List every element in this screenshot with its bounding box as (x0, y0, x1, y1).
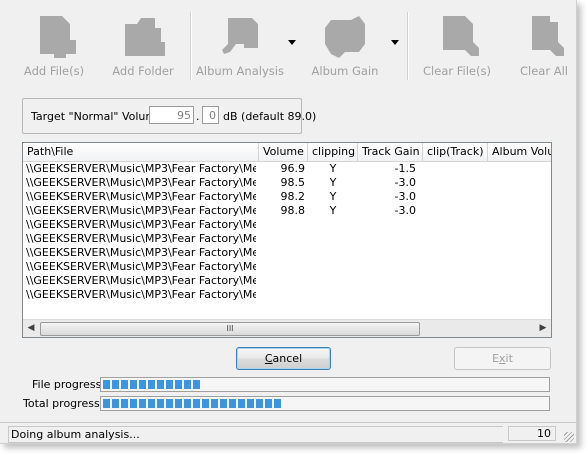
cell-clipping: Y (329, 176, 337, 189)
file-progress-label: File progress (32, 378, 102, 391)
target-volume-unit-text: dB (default 89.0) (223, 110, 317, 123)
list-row[interactable]: \\GEEKSERVER\Music\MP3\Fear Factory\Mec.… (23, 204, 551, 218)
album-analysis-label: Album Analysis (196, 64, 284, 78)
cell-path: \\GEEKSERVER\Music\MP3\Fear Factory\Mec.… (26, 176, 256, 189)
album-analysis-icon (222, 18, 258, 54)
list-row[interactable]: \\GEEKSERVER\Music\MP3\Fear Factory\Mec.… (23, 162, 551, 176)
list-row[interactable]: \\GEEKSERVER\Music\MP3\Fear Factory\Mec.… (23, 190, 551, 204)
target-volume-group: Target "Normal" Volume: 95 . 0 dB (defau… (22, 98, 316, 134)
exit-button[interactable]: Exit (454, 347, 551, 370)
clear-file-icon (443, 16, 479, 56)
add-file-icon (40, 16, 76, 58)
cell-track-gain: -3.0 (394, 190, 416, 203)
column-header-clip-track[interactable]: clip(Track) (423, 143, 488, 161)
add-files-button[interactable]: Add File(s) (14, 12, 94, 82)
cell-path: \\GEEKSERVER\Music\MP3\Fear Factory\Mec.… (26, 232, 256, 245)
target-volume-integer-input[interactable]: 95 (149, 106, 194, 124)
cell-path: \\GEEKSERVER\Music\MP3\Fear Factory\Mec.… (26, 246, 256, 259)
clear-files-label: Clear File(s) (423, 64, 491, 78)
list-row[interactable]: \\GEEKSERVER\Music\MP3\Fear Factory\Mec.… (23, 176, 551, 190)
column-header-album-volume[interactable]: Album Volu (488, 143, 551, 161)
cell-volume: 98.5 (280, 176, 306, 189)
target-volume-decimal-point: . (196, 110, 200, 123)
cell-path: \\GEEKSERVER\Music\MP3\Fear Factory\Mec.… (26, 204, 256, 217)
clear-all-label: Clear All (520, 64, 568, 78)
list-row[interactable]: \\GEEKSERVER\Music\MP3\Fear Factory\Mec.… (23, 274, 551, 288)
column-header-clipping[interactable]: clipping (308, 143, 358, 161)
column-header-volume[interactable]: Volume (259, 143, 308, 161)
list-row[interactable]: \\GEEKSERVER\Music\MP3\Fear Factory\Mec.… (23, 288, 551, 302)
album-analysis-button[interactable]: Album Analysis (196, 12, 284, 82)
album-analysis-dropdown-arrow[interactable] (288, 40, 296, 45)
clear-all-button[interactable]: Clear All (512, 12, 576, 82)
add-files-label: Add File(s) (23, 64, 85, 78)
album-gain-label: Album Gain (311, 64, 379, 78)
cell-clipping: Y (329, 162, 337, 175)
target-volume-label: Target "Normal" Volume: (31, 110, 167, 123)
clear-all-icon (532, 16, 564, 56)
list-row[interactable]: \\GEEKSERVER\Music\MP3\Fear Factory\Mec.… (23, 218, 551, 232)
total-progress-bar (100, 396, 550, 411)
cell-path: \\GEEKSERVER\Music\MP3\Fear Factory\Mec.… (26, 288, 256, 301)
clear-files-button[interactable]: Clear File(s) (416, 12, 498, 82)
cell-clipping: Y (329, 204, 337, 217)
list-row[interactable]: \\GEEKSERVER\Music\MP3\Fear Factory\Mec.… (23, 260, 551, 274)
list-row[interactable]: \\GEEKSERVER\Music\MP3\Fear Factory\Mec.… (23, 232, 551, 246)
cancel-button[interactable]: Cancel (236, 347, 331, 370)
scrollbar-thumb[interactable]: III (40, 322, 420, 336)
file-list[interactable]: Path\File Volume clipping Track Gain cli… (22, 142, 552, 338)
list-header: Path\File Volume clipping Track Gain cli… (23, 143, 551, 162)
cell-track-gain: -3.0 (394, 176, 416, 189)
cell-path: \\GEEKSERVER\Music\MP3\Fear Factory\Mec.… (26, 190, 256, 203)
album-gain-dropdown-arrow[interactable] (391, 40, 399, 45)
scroll-left-arrow-icon[interactable]: ◀ (23, 320, 39, 337)
column-header-track-gain[interactable]: Track Gain (358, 143, 423, 161)
add-folder-button[interactable]: Add Folder (102, 12, 184, 82)
album-gain-icon (325, 16, 365, 58)
cell-path: \\GEEKSERVER\Music\MP3\Fear Factory\Mec.… (26, 218, 256, 231)
toolbar-separator (407, 12, 409, 80)
status-text: Doing album analysis... (8, 426, 503, 443)
status-bar: Doing album analysis... 10 (0, 422, 576, 443)
total-progress-fill (103, 399, 281, 408)
scroll-right-arrow-icon[interactable]: ▶ (535, 320, 551, 337)
list-row[interactable]: \\GEEKSERVER\Music\MP3\Fear Factory\Mec.… (23, 246, 551, 260)
cell-clipping: Y (329, 190, 337, 203)
toolbar-separator (190, 12, 192, 80)
cell-path: \\GEEKSERVER\Music\MP3\Fear Factory\Mec.… (26, 274, 256, 287)
resize-grip-icon[interactable] (564, 432, 574, 442)
cell-path: \\GEEKSERVER\Music\MP3\Fear Factory\Mec.… (26, 162, 256, 175)
mp3gain-window: Add File(s) Add Folder Album Analysis Al… (0, 0, 577, 444)
add-folder-label: Add Folder (112, 64, 174, 78)
total-progress-label: Total progress (23, 397, 100, 410)
add-folder-icon (125, 18, 165, 56)
cell-volume: 98.8 (280, 204, 306, 217)
status-file-count: 10 (508, 426, 556, 441)
cell-path: \\GEEKSERVER\Music\MP3\Fear Factory\Mec.… (26, 260, 256, 273)
cell-track-gain: -1.5 (394, 162, 416, 175)
cell-volume: 98.2 (280, 190, 306, 203)
file-progress-bar (100, 377, 550, 392)
file-progress-fill (103, 380, 201, 389)
column-header-path[interactable]: Path\File (23, 143, 259, 161)
cell-track-gain: -3.0 (394, 204, 416, 217)
cell-volume: 96.9 (280, 162, 306, 175)
target-volume-decimal-input[interactable]: 0 (202, 106, 219, 124)
album-gain-button[interactable]: Album Gain (303, 12, 387, 82)
horizontal-scrollbar[interactable]: ◀ III ▶ (23, 319, 551, 337)
